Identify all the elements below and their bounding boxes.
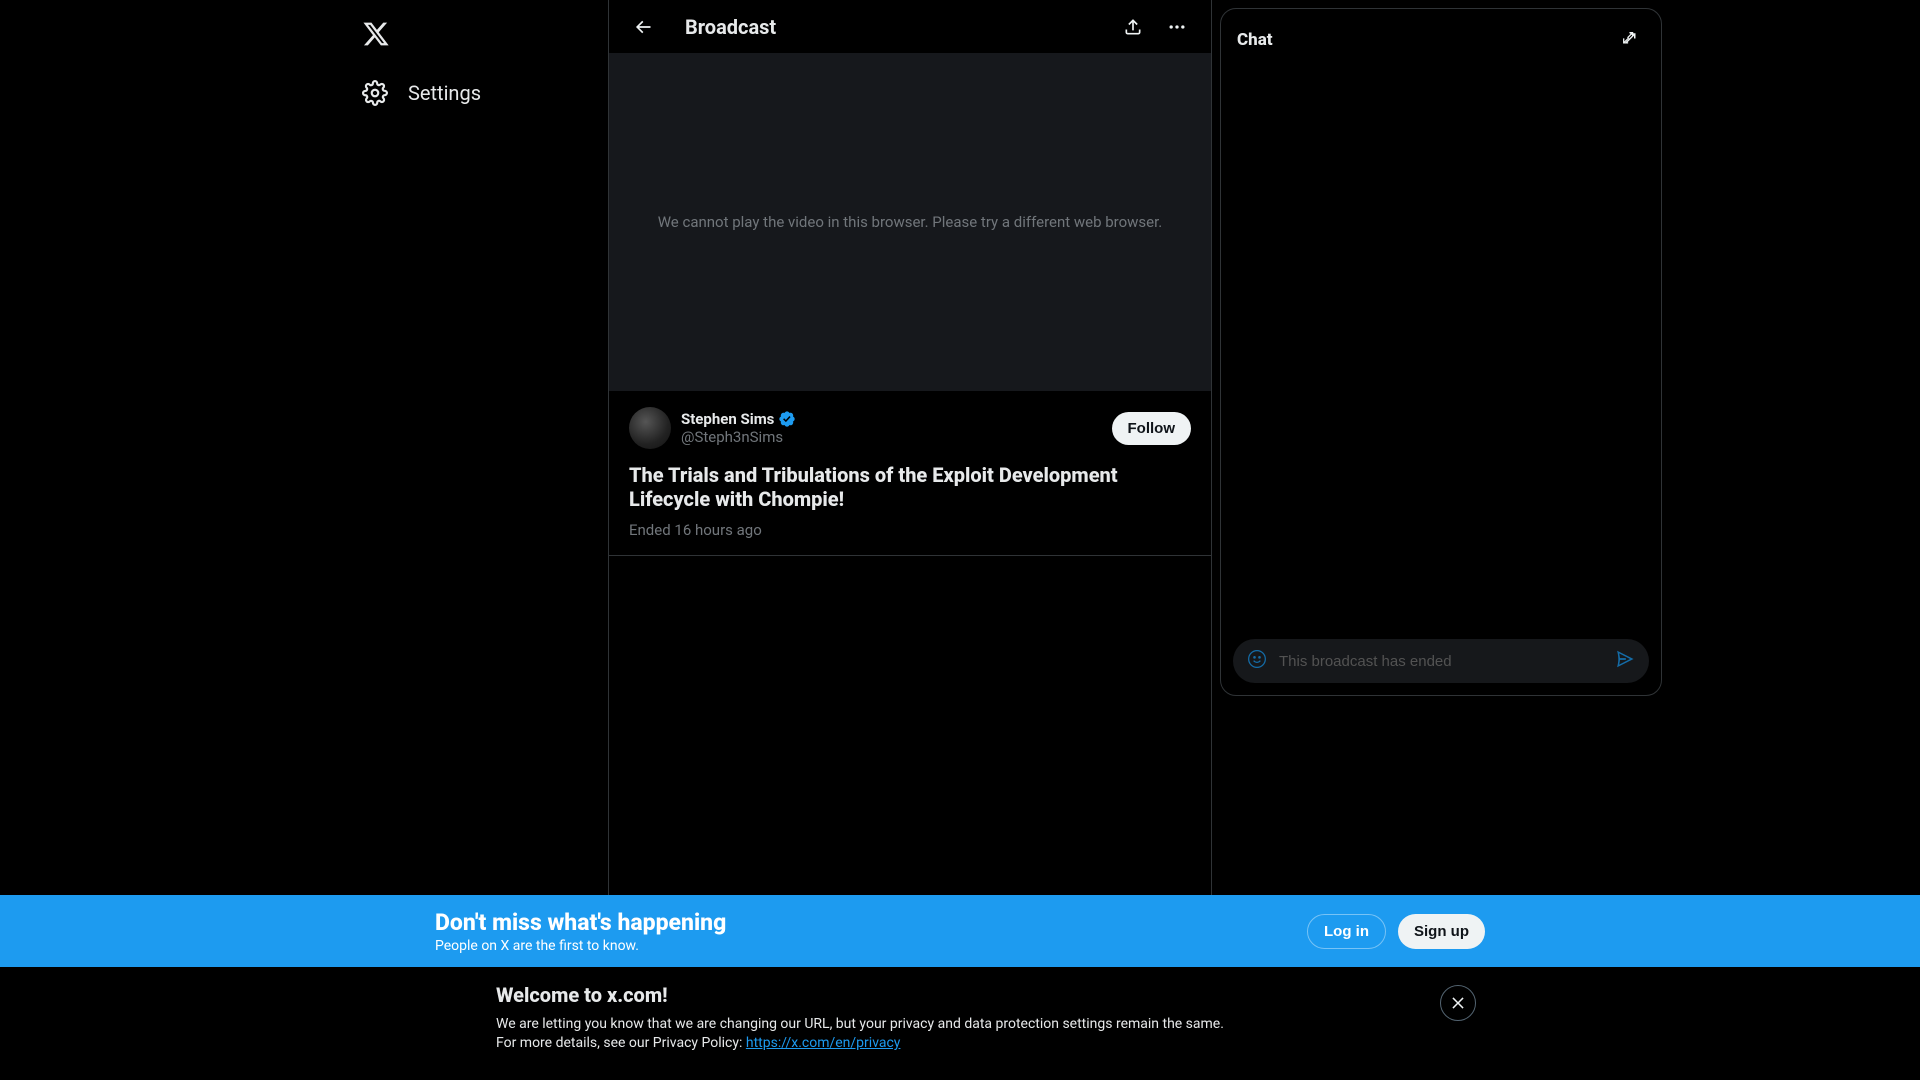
- sidebar-item-label: Settings: [408, 81, 481, 105]
- gear-icon: [362, 80, 388, 106]
- x-logo-icon: [362, 20, 390, 48]
- close-notice-button[interactable]: [1440, 985, 1476, 1021]
- user-row: Stephen Sims @Steph3nSims Follow: [629, 407, 1191, 449]
- share-button[interactable]: [1115, 9, 1151, 45]
- banner-heading: Don't miss what's happening: [435, 909, 726, 936]
- notice-body-line2: For more details, see our Privacy Policy…: [496, 1035, 746, 1051]
- chat-input-bar: [1233, 639, 1649, 683]
- more-horizontal-icon: [1167, 17, 1187, 37]
- chat-panel: Chat: [1220, 8, 1662, 696]
- signup-button[interactable]: Sign up: [1398, 914, 1485, 949]
- notice-heading: Welcome to x.com!: [496, 983, 1476, 1007]
- signup-banner: Don't miss what's happening People on X …: [0, 895, 1920, 967]
- arrow-left-icon: [633, 17, 653, 37]
- x-logo-link[interactable]: [350, 8, 402, 60]
- banner-subtext: People on X are the first to know.: [435, 938, 726, 954]
- chat-title: Chat: [1237, 30, 1273, 50]
- url-notice: Welcome to x.com! We are letting you kno…: [0, 967, 1920, 1080]
- video-player: We cannot play the video in this browser…: [609, 53, 1211, 391]
- notice-body: We are letting you know that we are chan…: [496, 1015, 1476, 1053]
- expand-icon: [1619, 31, 1637, 49]
- login-button[interactable]: Log in: [1307, 914, 1386, 949]
- broadcast-status: Ended 16 hours ago: [629, 521, 1191, 539]
- broadcast-meta: Stephen Sims @Steph3nSims Follow The Tri…: [609, 391, 1211, 556]
- display-name[interactable]: Stephen Sims: [681, 410, 774, 428]
- chat-header: Chat: [1221, 9, 1661, 71]
- avatar[interactable]: [629, 407, 671, 449]
- close-icon: [1449, 994, 1467, 1012]
- emoji-icon: [1247, 649, 1267, 669]
- sidebar-item-settings[interactable]: Settings: [350, 68, 493, 118]
- share-icon: [1123, 17, 1143, 37]
- emoji-button[interactable]: [1247, 649, 1267, 673]
- expand-chat-button[interactable]: [1611, 23, 1645, 57]
- send-icon: [1615, 649, 1635, 669]
- page-title: Broadcast: [685, 15, 776, 39]
- user-handle[interactable]: @Steph3nSims: [681, 428, 796, 446]
- broadcast-title: The Trials and Tribulations of the Explo…: [629, 463, 1191, 511]
- privacy-link[interactable]: https://x.com/en/privacy: [746, 1035, 901, 1051]
- notice-body-line1: We are letting you know that we are chan…: [496, 1016, 1224, 1032]
- verified-badge-icon: [778, 410, 796, 428]
- back-button[interactable]: [625, 9, 661, 45]
- send-button[interactable]: [1615, 649, 1635, 673]
- chat-body: [1221, 71, 1661, 627]
- follow-button[interactable]: Follow: [1112, 412, 1192, 445]
- video-error-text: We cannot play the video in this browser…: [658, 213, 1163, 231]
- more-button[interactable]: [1159, 9, 1195, 45]
- chat-input: [1279, 653, 1615, 670]
- main-header: Broadcast: [609, 0, 1211, 53]
